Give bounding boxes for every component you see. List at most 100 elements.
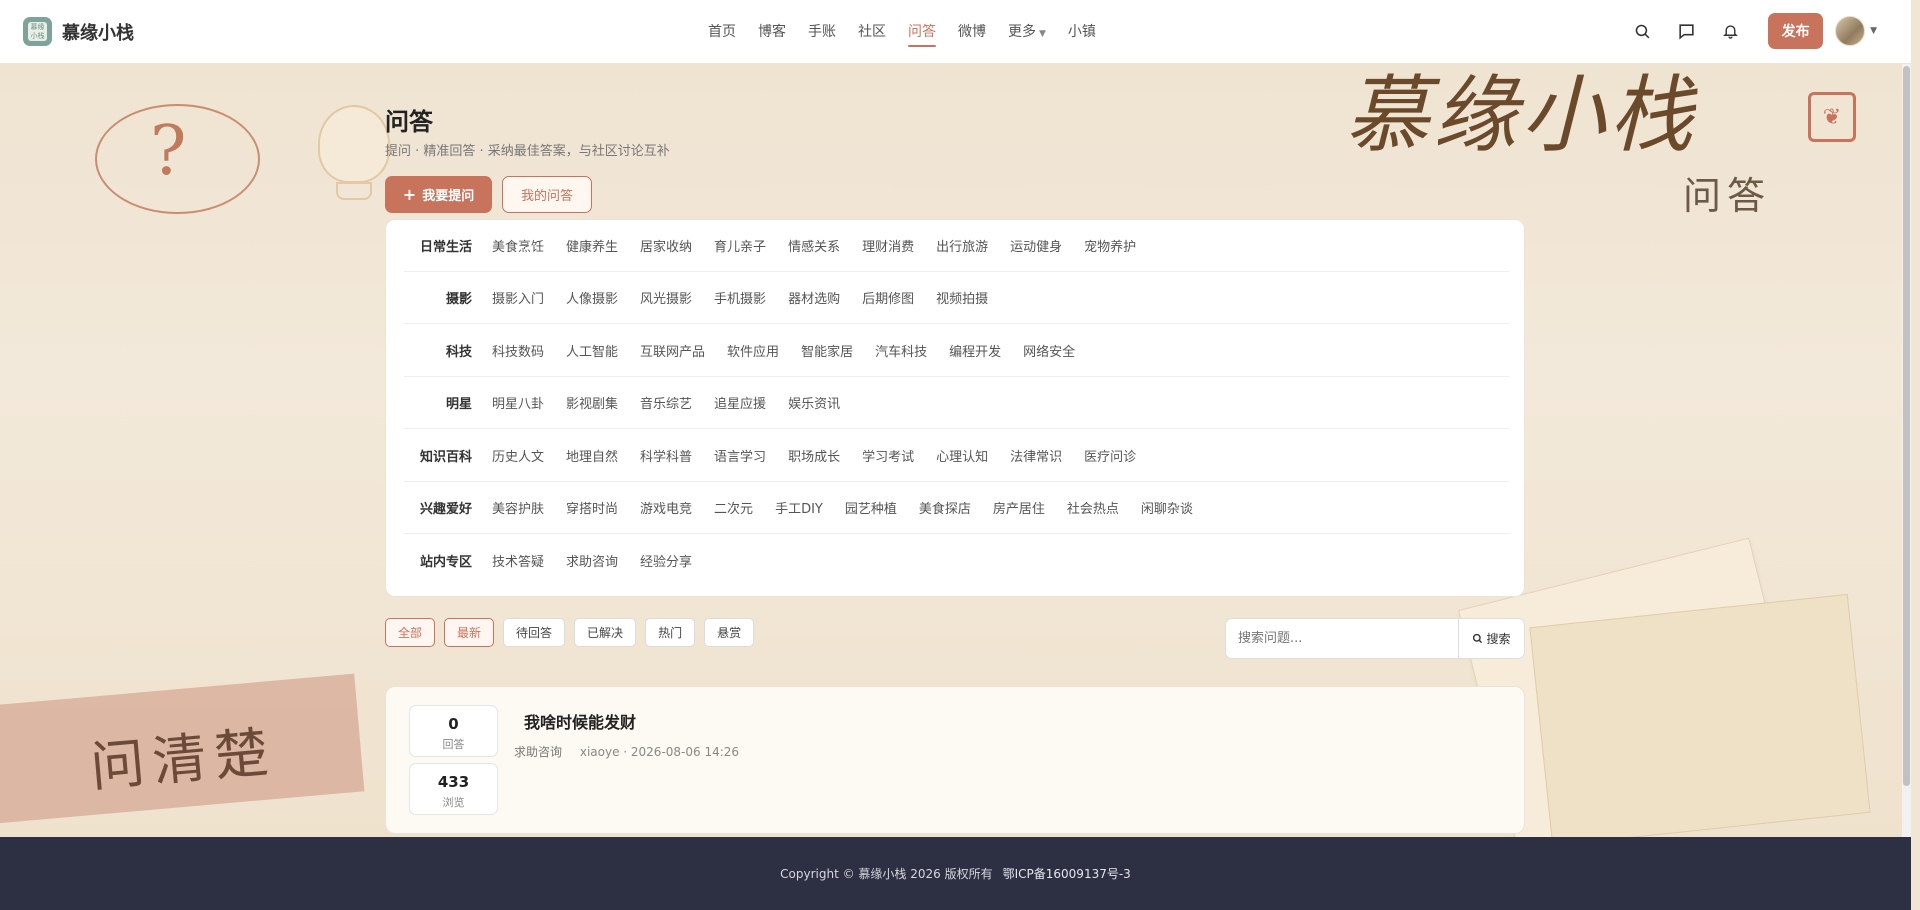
category-tag[interactable]: 学习考试 xyxy=(862,446,914,465)
question-mark-illustration: ? xyxy=(150,112,187,191)
category-tag[interactable]: 房产居住 xyxy=(993,498,1045,517)
nav-item-weibo[interactable]: 微博 xyxy=(958,0,986,64)
nav-item-blog[interactable]: 博客 xyxy=(758,0,786,64)
category-tag[interactable]: 后期修图 xyxy=(862,288,914,307)
category-tag[interactable]: 园艺种植 xyxy=(845,498,897,517)
category-tag[interactable]: 人像摄影 xyxy=(566,288,618,307)
category-tag[interactable]: 风光摄影 xyxy=(640,288,692,307)
category-tag[interactable]: 手工DIY xyxy=(775,498,823,517)
category-tag[interactable]: 智能家居 xyxy=(801,341,853,360)
scrollbar-thumb[interactable] xyxy=(1903,66,1910,786)
filter-unanswered[interactable]: 待回答 xyxy=(503,618,566,647)
category-tag[interactable]: 互联网产品 xyxy=(640,341,705,360)
category-tag[interactable]: 经验分享 xyxy=(640,551,692,570)
nav-item-home[interactable]: 首页 xyxy=(708,0,736,64)
question-title[interactable]: 我啥时候能发财 xyxy=(524,709,636,733)
category-tag[interactable]: 游戏电竞 xyxy=(640,498,692,517)
category-tag[interactable]: 职场成长 xyxy=(788,446,840,465)
category-tag[interactable]: 社会热点 xyxy=(1067,498,1119,517)
category-tag[interactable]: 美食烹饪 xyxy=(492,236,544,255)
category-tag[interactable]: 娱乐资讯 xyxy=(788,393,840,412)
view-count-value: 433 xyxy=(437,773,470,791)
category-tag[interactable]: 历史人文 xyxy=(492,446,544,465)
category-tag[interactable]: 追星应援 xyxy=(714,393,766,412)
search-button-label: 搜索 xyxy=(1486,632,1511,646)
category-name[interactable]: 明星 xyxy=(404,393,472,412)
nav-item-qa[interactable]: 问答 xyxy=(908,0,936,64)
category-tag[interactable]: 器材选购 xyxy=(788,288,840,307)
category-tag[interactable]: 宠物养护 xyxy=(1084,236,1136,255)
category-tag[interactable]: 居家收纳 xyxy=(640,236,692,255)
nav-item-town[interactable]: 小镇 xyxy=(1068,0,1096,64)
chevron-down-icon[interactable]: ▼ xyxy=(1870,26,1877,36)
category-row-site: 站内专区 技术答疑 求助咨询 经验分享 xyxy=(404,534,1509,586)
filter-all[interactable]: 全部 xyxy=(385,618,436,647)
header-actions: 发布 ▼ xyxy=(1630,13,1877,49)
avatar[interactable] xyxy=(1835,16,1866,46)
category-tag[interactable]: 出行旅游 xyxy=(936,236,988,255)
question-category[interactable]: 求助咨询 xyxy=(514,745,562,759)
category-tag[interactable]: 摄影入门 xyxy=(492,288,544,307)
icp-link[interactable]: 鄂ICP备16009137号-3 xyxy=(1003,865,1131,882)
category-tag[interactable]: 美食探店 xyxy=(919,498,971,517)
category-tag[interactable]: 心理认知 xyxy=(936,446,988,465)
search-icon[interactable] xyxy=(1630,19,1654,43)
plus-icon: + xyxy=(402,185,417,204)
category-name[interactable]: 科技 xyxy=(404,341,472,360)
category-tag[interactable]: 健康养生 xyxy=(566,236,618,255)
bell-icon[interactable] xyxy=(1718,19,1742,43)
filter-latest[interactable]: 最新 xyxy=(444,618,495,647)
ask-question-button[interactable]: + 我要提问 xyxy=(385,176,492,213)
category-tag[interactable]: 手机摄影 xyxy=(714,288,766,307)
category-tag[interactable]: 软件应用 xyxy=(727,341,779,360)
category-tag[interactable]: 地理自然 xyxy=(566,446,618,465)
question-card[interactable]: 0 回答 433 浏览 我啥时候能发财 求助咨询 xiaoye · 2026-0… xyxy=(385,686,1525,834)
category-tag[interactable]: 语言学习 xyxy=(714,446,766,465)
lightbulb-base-illustration xyxy=(336,182,372,200)
category-name[interactable]: 日常生活 xyxy=(404,236,472,255)
category-tag[interactable]: 运动健身 xyxy=(1010,236,1062,255)
category-tag[interactable]: 影视剧集 xyxy=(566,393,618,412)
category-tag[interactable]: 二次元 xyxy=(714,498,753,517)
search-button[interactable]: 搜索 xyxy=(1458,619,1524,658)
category-tag[interactable]: 情感关系 xyxy=(788,236,840,255)
category-name[interactable]: 兴趣爱好 xyxy=(404,498,472,517)
nav-item-journal[interactable]: 手账 xyxy=(808,0,836,64)
filter-solved[interactable]: 已解决 xyxy=(574,618,637,647)
category-name[interactable]: 摄影 xyxy=(404,288,472,307)
category-tag[interactable]: 人工智能 xyxy=(566,341,618,360)
publish-button[interactable]: 发布 xyxy=(1768,13,1824,49)
category-tag[interactable]: 美容护肤 xyxy=(492,498,544,517)
answer-count-value: 0 xyxy=(448,715,459,733)
category-name[interactable]: 知识百科 xyxy=(404,446,472,465)
category-row-celebrity: 明星 明星八卦 影视剧集 音乐综艺 追星应援 娱乐资讯 xyxy=(404,377,1509,429)
category-tag[interactable]: 音乐综艺 xyxy=(640,393,692,412)
my-questions-button[interactable]: 我的问答 xyxy=(502,176,592,213)
filter-bounty[interactable]: 悬赏 xyxy=(704,618,755,647)
scrollbar[interactable] xyxy=(1902,64,1911,837)
message-icon[interactable] xyxy=(1674,19,1698,43)
category-name[interactable]: 站内专区 xyxy=(404,551,472,570)
category-tag[interactable]: 育儿亲子 xyxy=(714,236,766,255)
search-input[interactable] xyxy=(1226,619,1458,658)
category-tag[interactable]: 科技数码 xyxy=(492,341,544,360)
banner-calligraphy-subtitle: 问答 xyxy=(1683,174,1772,218)
category-tag[interactable]: 编程开发 xyxy=(949,341,1001,360)
category-tag[interactable]: 理财消费 xyxy=(862,236,914,255)
site-logo[interactable]: 慕缘小栈 慕缘小栈 xyxy=(23,17,134,46)
nav-item-community[interactable]: 社区 xyxy=(858,0,886,64)
category-tag[interactable]: 闲聊杂谈 xyxy=(1141,498,1193,517)
category-tag[interactable]: 穿搭时尚 xyxy=(566,498,618,517)
category-tag[interactable]: 视频拍摄 xyxy=(936,288,988,307)
category-tag[interactable]: 法律常识 xyxy=(1010,446,1062,465)
category-tag[interactable]: 科学科普 xyxy=(640,446,692,465)
category-tag[interactable]: 明星八卦 xyxy=(492,393,544,412)
lightbulb-illustration xyxy=(318,105,390,183)
nav-item-more[interactable]: 更多 ▼ xyxy=(1008,0,1046,64)
category-tag[interactable]: 求助咨询 xyxy=(566,551,618,570)
category-tag[interactable]: 网络安全 xyxy=(1023,341,1075,360)
filter-hot[interactable]: 热门 xyxy=(645,618,696,647)
category-tag[interactable]: 汽车科技 xyxy=(875,341,927,360)
category-tag[interactable]: 技术答疑 xyxy=(492,551,544,570)
category-tag[interactable]: 医疗问诊 xyxy=(1084,446,1136,465)
